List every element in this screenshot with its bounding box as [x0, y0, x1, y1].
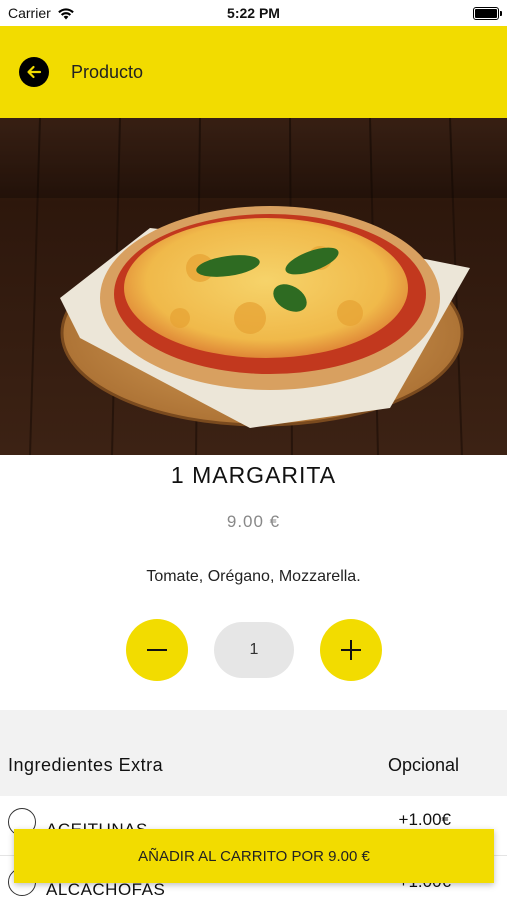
app-header: Producto — [0, 26, 507, 118]
product-price: 9.00 € — [226, 512, 281, 531]
add-to-cart-button[interactable]: AÑADIR AL CARRITO POR 9.00 € — [14, 829, 494, 883]
increase-quantity-button[interactable] — [320, 619, 382, 681]
extras-title: Ingredientes Extra — [8, 755, 164, 775]
plus-icon — [341, 640, 361, 660]
minus-icon — [147, 649, 167, 651]
extras-optional-label: Opcional — [387, 755, 459, 775]
quantity-value: 1 — [214, 622, 294, 678]
status-time: 5:22 PM — [227, 5, 280, 21]
pizza-illustration — [0, 118, 507, 455]
status-bar: Carrier 5:22 PM — [0, 0, 507, 26]
extra-name: ALCACHOFAS — [46, 880, 166, 899]
decrease-quantity-button[interactable] — [126, 619, 188, 681]
product-image — [0, 118, 507, 455]
extras-header: Ingredientes Extra Opcional — [0, 710, 507, 796]
battery-icon — [473, 7, 502, 20]
product-description: Tomate, Orégano, Mozzarella. — [146, 568, 361, 585]
arrow-left-icon — [27, 65, 42, 79]
product-name: 1 MARGARITA — [170, 462, 337, 488]
extra-price: +1.00€ — [398, 810, 451, 829]
back-button[interactable] — [19, 57, 49, 87]
page-title: Producto — [71, 62, 144, 82]
